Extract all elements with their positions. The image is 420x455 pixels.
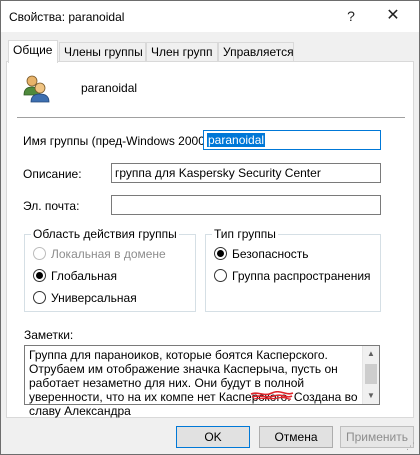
apply-button[interactable]: Применить	[340, 426, 414, 448]
email-label: Эл. почта:	[23, 199, 80, 213]
group-users-icon	[23, 75, 50, 103]
scroll-up-arrow-icon[interactable]: ▲	[363, 346, 379, 362]
description-label: Описание:	[23, 167, 82, 181]
radio-security-label: Безопасность	[232, 246, 309, 261]
radio-distribution-label: Группа распространения	[232, 268, 371, 283]
radio-domain-local-label: Локальная в домене	[51, 246, 166, 261]
notes-text: Группа для параноиков, которые боятся Ка…	[29, 348, 358, 418]
divider	[17, 117, 405, 118]
radio-universal[interactable]	[33, 291, 46, 305]
properties-dialog: Свойства: paranoidal ? ✕ Общие Члены гру…	[0, 0, 420, 455]
type-security-option[interactable]: Безопасность	[214, 246, 309, 262]
notes-scrollbar[interactable]: ▲ ▼	[362, 346, 379, 404]
notes-label: Заметки:	[24, 328, 74, 342]
radio-security[interactable]	[214, 247, 227, 261]
window-title: Свойства: paranoidal	[9, 10, 125, 24]
radio-global-label: Глобальная	[51, 268, 117, 283]
title-bar: Свойства: paranoidal ? ✕	[1, 1, 419, 32]
tab-strip: Общие Члены группы Член групп Управляетс…	[6, 40, 416, 63]
resize-grip-icon[interactable]: ⋰	[406, 441, 416, 451]
pre2000-name-field[interactable]: paranoidal	[203, 130, 381, 150]
radio-universal-label: Универсальная	[51, 290, 137, 305]
group-scope-title: Область действия группы	[31, 227, 179, 241]
scope-universal-option[interactable]: Универсальная	[33, 290, 137, 306]
redaction-scribble	[250, 391, 294, 400]
tab-members[interactable]: Члены группы	[59, 42, 146, 62]
close-button[interactable]: ✕	[373, 5, 413, 29]
notes-field[interactable]: Группа для параноиков, которые боятся Ка…	[24, 345, 380, 418]
ok-button[interactable]: OK	[176, 426, 250, 448]
tab-member-of[interactable]: Член групп	[146, 42, 218, 62]
group-scope-box: Область действия группы Локальная в доме…	[24, 227, 196, 312]
tab-managed-by[interactable]: Управляется	[218, 42, 294, 62]
group-type-box: Тип группы Безопасность Группа распростр…	[205, 227, 381, 312]
radio-global[interactable]	[33, 269, 46, 283]
scope-domain-local-option[interactable]: Локальная в домене	[33, 246, 166, 262]
pre2000-name-label: Имя группы (пред-Windows 2000):	[23, 134, 213, 148]
type-distribution-option[interactable]: Группа распространения	[214, 268, 371, 284]
scroll-thumb[interactable]	[365, 364, 377, 384]
radio-distribution[interactable]	[214, 269, 227, 283]
tab-general[interactable]: Общие	[8, 40, 58, 63]
pre2000-name-value: paranoidal	[207, 133, 266, 147]
help-button[interactable]: ?	[337, 5, 365, 29]
scope-global-option[interactable]: Глобальная	[33, 268, 117, 284]
scroll-down-arrow-icon[interactable]: ▼	[363, 388, 379, 404]
email-field[interactable]	[111, 195, 381, 215]
description-field[interactable]: группа для Kaspersky Security Center	[111, 163, 381, 183]
group-name: paranoidal	[81, 81, 138, 95]
radio-domain-local[interactable]	[33, 247, 46, 261]
group-type-title: Тип группы	[212, 227, 278, 241]
cancel-button[interactable]: Отмена	[259, 426, 333, 448]
